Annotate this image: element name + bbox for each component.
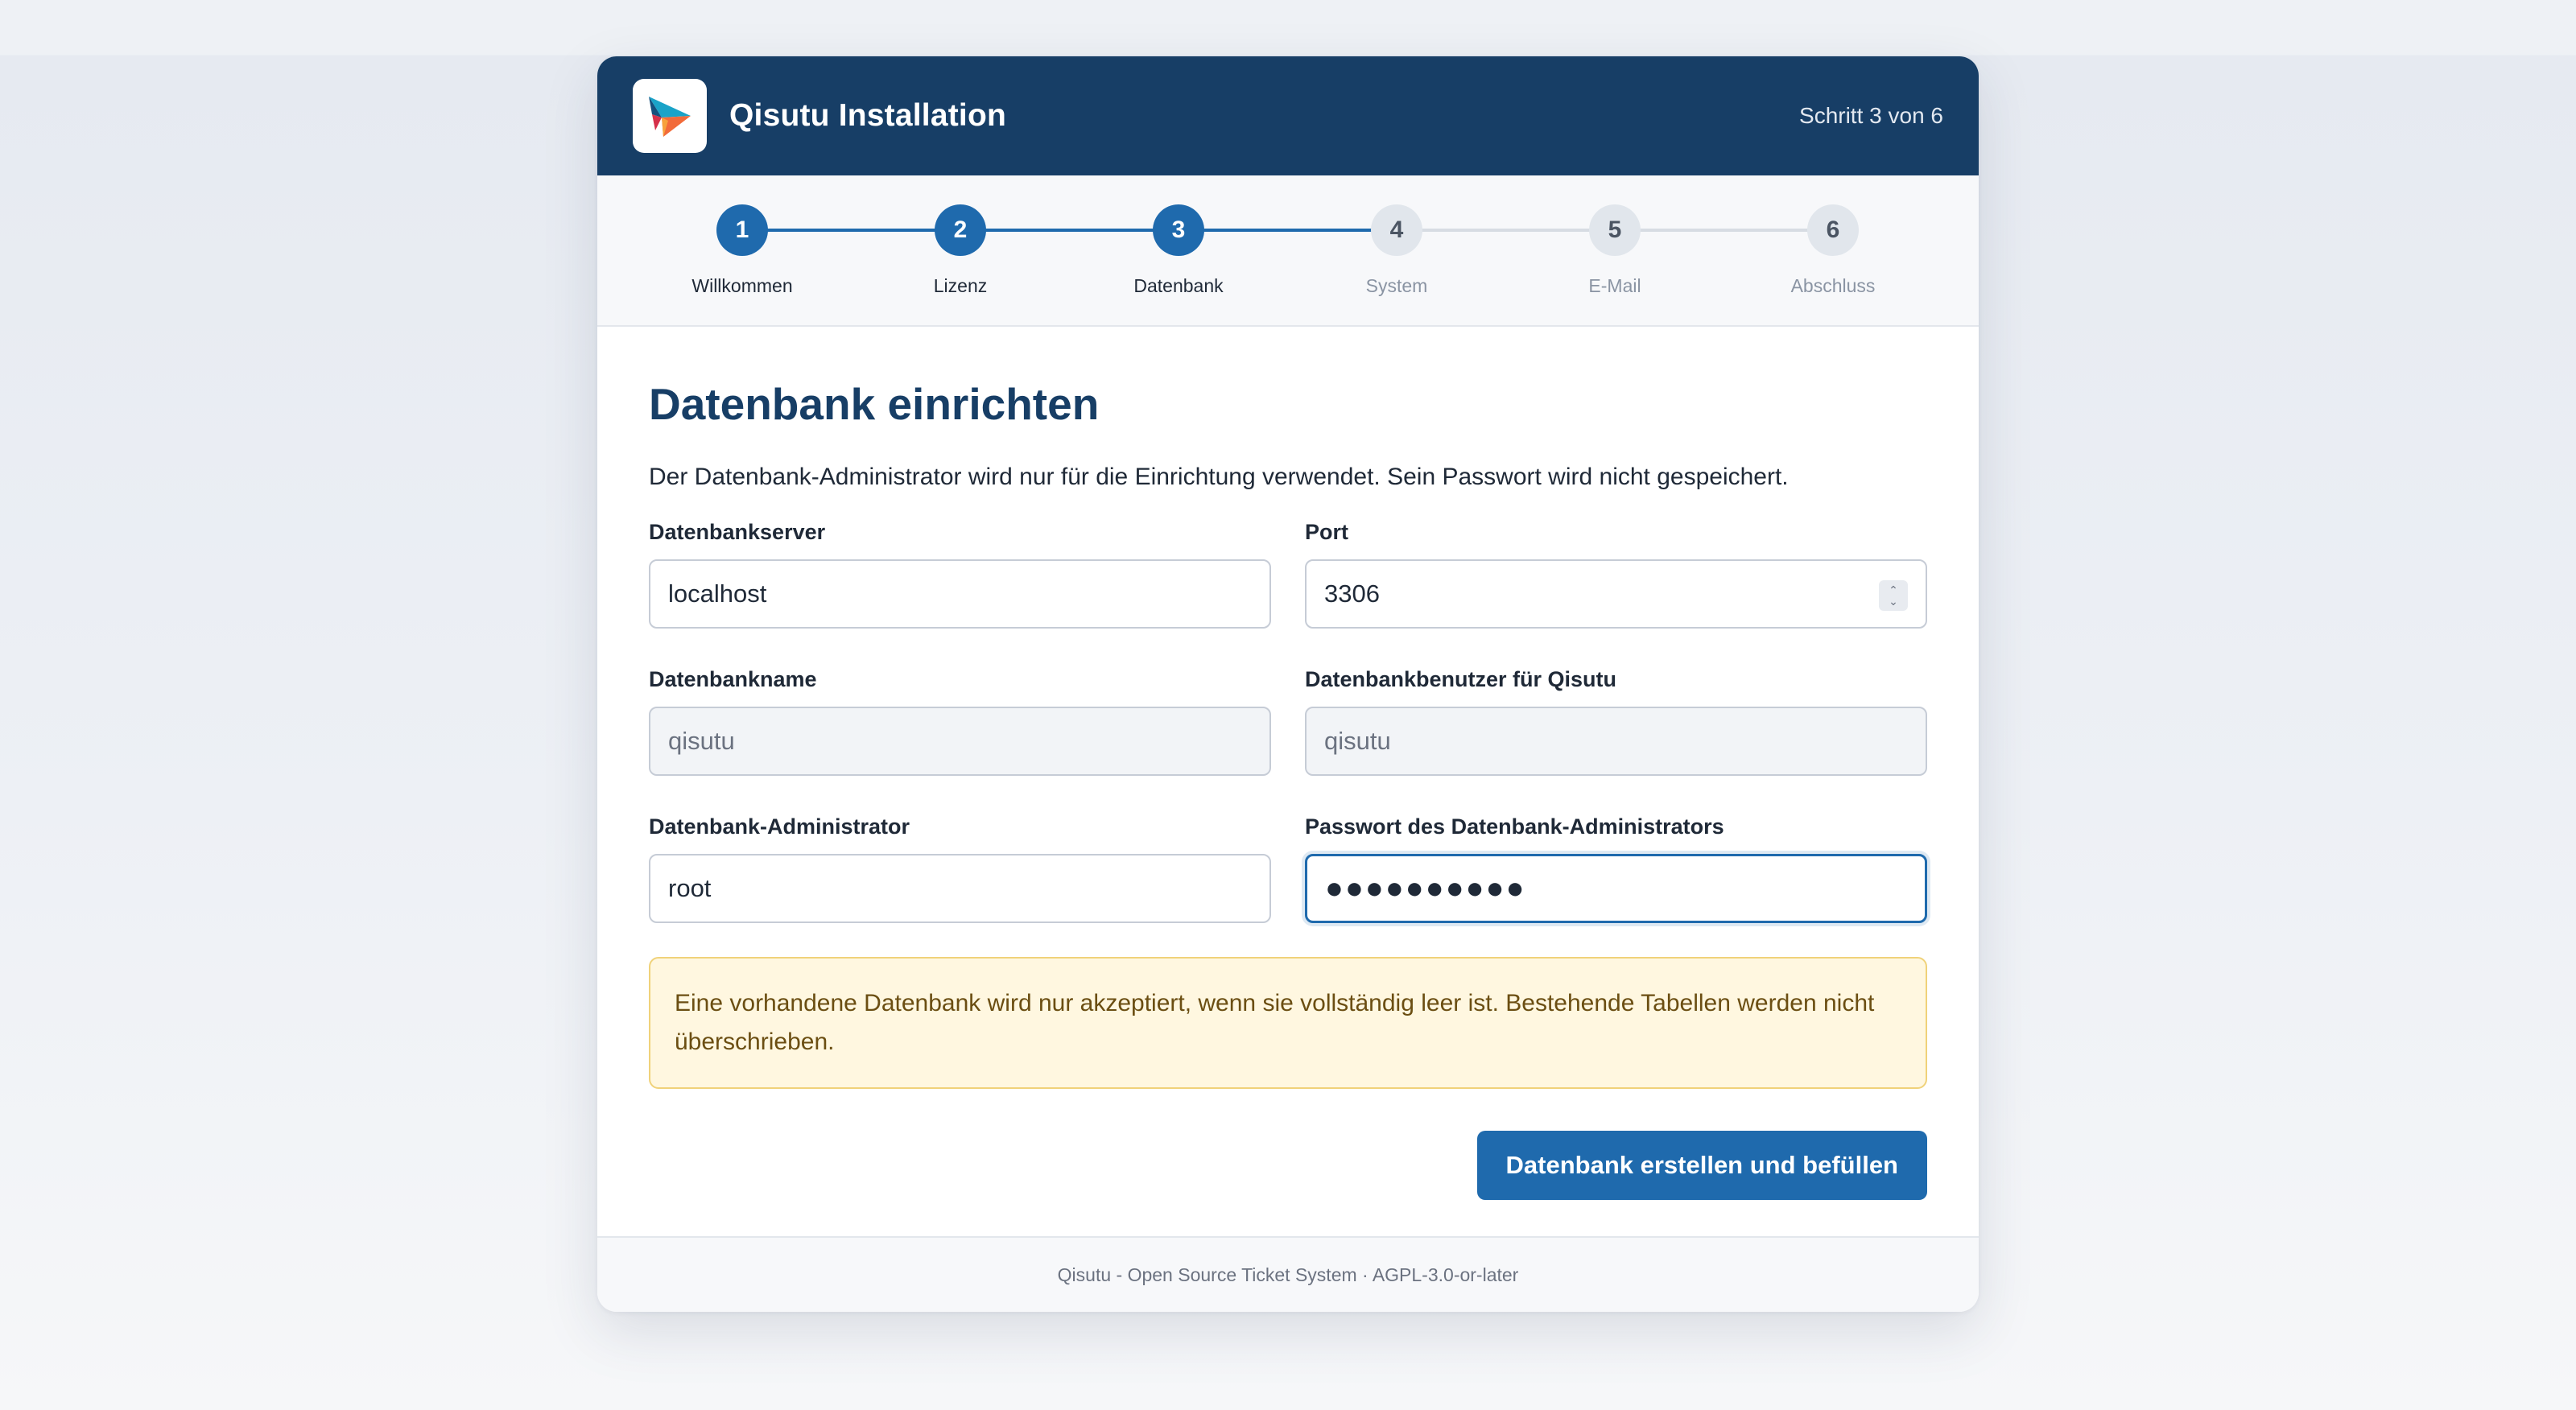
app-title: Qisutu Installation (729, 98, 1006, 133)
db-server-label: Datenbankserver (649, 520, 826, 544)
database-form: Datenbankserver localhost Port 3306 ⌃ ⌄ … (649, 520, 1927, 923)
step-lizenz: 2 Lizenz (856, 204, 1065, 297)
installer-card: Qisutu Installation Schritt 3 von 6 1 Wi… (597, 56, 1979, 1312)
step-abschluss: 6 Abschluss (1728, 204, 1938, 297)
step-number: 2 (935, 204, 986, 256)
port-input[interactable]: 3306 ⌃ ⌄ (1305, 559, 1927, 629)
step-number: 3 (1153, 204, 1204, 256)
db-admin-password-input[interactable]: ●●●●●●●●●● (1305, 854, 1927, 923)
db-user-label: Datenbankbenutzer für Qisutu (1305, 667, 1617, 691)
port-group: Port 3306 ⌃ ⌄ (1305, 520, 1927, 629)
port-label: Port (1305, 520, 1348, 544)
db-admin-group: Datenbank-Administrator root (649, 814, 1271, 923)
form-actions: Datenbank erstellen und befüllen (649, 1131, 1927, 1200)
footer: Qisutu - Open Source Ticket System · AGP… (597, 1236, 1979, 1312)
qisutu-logo (633, 79, 707, 153)
progress-stepper: 1 Willkommen 2 Lizenz 3 Datenbank 4 Syst… (597, 175, 1979, 327)
db-name-group: Datenbankname qisutu (649, 667, 1271, 776)
step-label: Lizenz (933, 275, 988, 296)
db-server-group: Datenbankserver localhost (649, 520, 1271, 629)
step-label: Datenbank (1133, 275, 1224, 296)
port-stepper[interactable]: ⌃ ⌄ (1879, 580, 1908, 611)
db-admin-input[interactable]: root (649, 854, 1271, 923)
step-willkommen: 1 Willkommen (638, 204, 847, 297)
db-user-input[interactable]: qisutu (1305, 707, 1927, 776)
db-name-input[interactable]: qisutu (649, 707, 1271, 776)
port-value: 3306 (1324, 579, 1380, 608)
step-number: 4 (1371, 204, 1422, 256)
page-title: Datenbank einrichten (649, 379, 1100, 429)
step-number: 1 (716, 204, 768, 256)
step-system: 4 System (1292, 204, 1501, 297)
db-admin-password-label: Passwort des Datenbank-Administrators (1305, 814, 1724, 839)
installer-header: Qisutu Installation Schritt 3 von 6 (597, 56, 1979, 175)
db-server-input[interactable]: localhost (649, 559, 1271, 629)
main-content: Datenbank einrichten Der Datenbank-Admin… (597, 378, 1979, 1200)
intro-text: Der Datenbank-Administrator wird nur für… (649, 464, 1789, 490)
db-admin-password-group: Passwort des Datenbank-Administrators ●●… (1305, 814, 1927, 923)
db-user-group: Datenbankbenutzer für Qisutu qisutu (1305, 667, 1927, 776)
chevron-down-icon[interactable]: ⌄ (1889, 596, 1898, 607)
step-number: 5 (1589, 204, 1641, 256)
create-database-button[interactable]: Datenbank erstellen und befüllen (1476, 1131, 1927, 1200)
step-number: 6 (1807, 204, 1859, 256)
step-label: Willkommen (691, 275, 793, 296)
step-email: 5 E-Mail (1510, 204, 1719, 297)
paper-plane-icon (649, 97, 691, 137)
step-label: Abschluss (1790, 275, 1876, 296)
chevron-up-icon[interactable]: ⌃ (1889, 584, 1898, 596)
empty-database-notice: Eine vorhandene Datenbank wird nur akzep… (649, 957, 1927, 1089)
db-name-label: Datenbankname (649, 667, 817, 691)
step-datenbank: 3 Datenbank (1074, 204, 1283, 297)
db-admin-label: Datenbank-Administrator (649, 814, 910, 839)
step-label: E-Mail (1588, 275, 1641, 296)
step-counter: Schritt 3 von 6 (1799, 103, 1943, 128)
step-label: System (1365, 275, 1428, 296)
